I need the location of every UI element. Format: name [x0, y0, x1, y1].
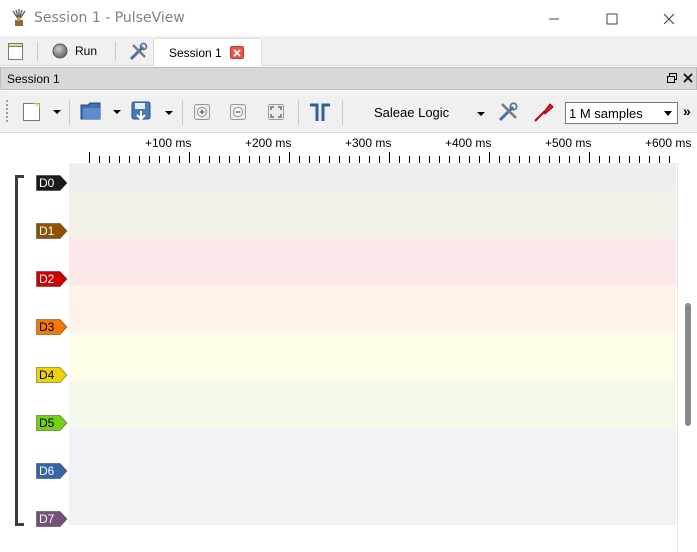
channel-name: D6: [39, 464, 55, 478]
channel-name: D1: [39, 224, 55, 238]
vertical-scrollbar[interactable]: [677, 163, 697, 552]
ruler-tick-label: +400 ms: [445, 136, 492, 150]
run-label: Run: [75, 44, 98, 58]
zoom-out-button[interactable]: [229, 103, 247, 124]
new-session-button[interactable]: [7, 41, 25, 61]
title-bar: Session 1 - PulseView: [0, 0, 697, 37]
minimize-button[interactable]: [525, 0, 583, 37]
folder-open-icon: [80, 102, 121, 120]
lane-d5: [69, 381, 676, 429]
chevron-down-icon: [664, 111, 672, 116]
zoom-in-icon: [194, 104, 210, 120]
dock-title: Session 1: [7, 72, 60, 86]
session-toolbar: Saleae Logic 1 M samples »: [0, 91, 697, 133]
tab-close-button[interactable]: [230, 46, 244, 59]
tab-session-1[interactable]: Session 1: [153, 38, 262, 66]
ruler-tick-label: +600 ms: [645, 136, 692, 150]
probes-button[interactable]: [533, 101, 555, 126]
main-toolbar: Run Session 1: [0, 37, 697, 66]
session-dock-header: Session 1: [0, 67, 697, 90]
save-button[interactable]: [130, 99, 176, 126]
sample-count-select[interactable]: 1 M samples: [565, 102, 678, 124]
tab-label: Session 1: [169, 46, 222, 60]
zoom-out-icon: [230, 104, 246, 120]
ruler-tick-label: +300 ms: [345, 136, 392, 150]
new-document-icon: [23, 103, 61, 121]
open-button[interactable]: [80, 100, 124, 125]
lane-d4: [69, 333, 676, 381]
lane-d0: [69, 163, 676, 189]
lane-d7: [69, 477, 676, 525]
channel-group-bracket: [15, 175, 24, 526]
run-icon: [52, 43, 68, 59]
trace-area[interactable]: [69, 163, 676, 525]
close-icon: [663, 13, 675, 24]
channel-name: D3: [39, 320, 55, 334]
window-title: Session 1 - PulseView: [34, 10, 185, 26]
scrollbar-thumb[interactable]: [685, 303, 691, 426]
channel-label-column: [0, 133, 69, 552]
lane-d2: [69, 237, 676, 285]
time-ruler[interactable]: +100 ms +200 ms +300 ms +400 ms +500 ms …: [69, 133, 691, 163]
chevron-down-icon: [477, 112, 485, 116]
ruler-tick-label: +200 ms: [245, 136, 292, 150]
channel-name: D5: [39, 416, 55, 430]
ruler-tick-label: +100 ms: [145, 136, 192, 150]
maximize-button[interactable]: [583, 0, 641, 37]
toolbar-grip-icon: [6, 100, 8, 122]
cursor-button[interactable]: [309, 102, 331, 125]
ruler-tick-label: +500 ms: [545, 136, 592, 150]
channel-name: D4: [39, 368, 55, 382]
lane-d6: [69, 429, 676, 477]
config-icon: [498, 102, 518, 122]
device-config-button[interactable]: [497, 101, 519, 126]
sample-count-value: 1 M samples: [569, 106, 643, 121]
lane-d3: [69, 285, 676, 333]
device-label: Saleae Logic: [374, 105, 450, 120]
trace-view: +100 ms +200 ms +300 ms +400 ms +500 ms …: [0, 133, 697, 552]
toolbar-overflow-button[interactable]: »: [683, 103, 691, 119]
probe-icon: [534, 103, 554, 122]
new-view-button[interactable]: [22, 102, 62, 125]
device-dropdown-button[interactable]: [476, 107, 486, 121]
save-icon: [131, 101, 173, 121]
cursors-icon: [310, 103, 330, 121]
close-button[interactable]: [640, 0, 697, 37]
zoom-fit-button[interactable]: [267, 103, 285, 124]
maximize-icon: [606, 13, 618, 24]
new-session-icon: [8, 43, 23, 60]
dock-close-icon[interactable]: [682, 72, 694, 84]
minimize-icon: [549, 18, 559, 19]
lane-d1: [69, 189, 676, 237]
channel-name: D0: [39, 176, 55, 190]
float-icon[interactable]: [666, 72, 678, 84]
channel-name: D7: [39, 512, 55, 526]
settings-button[interactable]: [128, 42, 148, 62]
channel-name: D2: [39, 272, 55, 286]
tab-close-icon: [233, 48, 241, 57]
zoom-in-button[interactable]: [193, 103, 211, 124]
zoom-fit-icon: [268, 104, 284, 120]
run-button[interactable]: Run: [52, 43, 97, 59]
settings-icon: [129, 42, 148, 61]
pulseview-icon: [12, 9, 26, 26]
